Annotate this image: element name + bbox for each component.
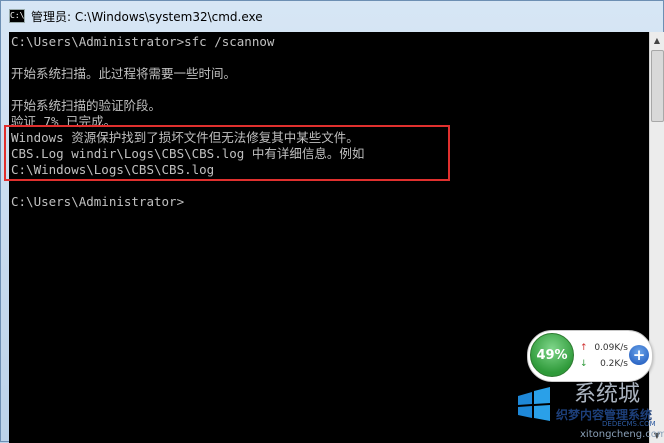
console-prompt: C:\Users\Administrator> [11, 194, 185, 209]
download-speed: 0.2K/s [600, 359, 628, 369]
vertical-scrollbar[interactable]: ▲ ▼ [649, 32, 664, 443]
cmd-app-icon[interactable]: C:\ [9, 9, 25, 23]
arrow-down-icon: ↓ [580, 359, 588, 369]
scroll-up-icon[interactable]: ▲ [650, 32, 664, 48]
scroll-thumb[interactable] [651, 50, 664, 122]
console-line: 开始系统扫描的验证阶段。 [11, 98, 162, 113]
upload-speed-row: ↑ 0.09K/s [580, 341, 628, 355]
arrow-up-icon: ↑ [580, 343, 588, 353]
console-line: C:\Users\Administrator>sfc /scannow [11, 34, 275, 49]
console-line: C:\Windows\Logs\CBS\CBS.log [11, 162, 215, 177]
upload-speed: 0.09K/s [594, 343, 628, 353]
memory-usage-gauge[interactable]: 49% [530, 333, 574, 377]
window-title: 管理员: C:\Windows\system32\cmd.exe [31, 9, 263, 24]
console-line: 验证 7% 已完成。 [11, 114, 117, 129]
plus-icon[interactable]: + [629, 345, 649, 365]
download-speed-row: ↓ 0.2K/s [580, 357, 628, 371]
console-line: 开始系统扫描。此过程将需要一些时间。 [11, 66, 237, 81]
scroll-down-icon[interactable]: ▼ [650, 427, 664, 443]
network-monitor-widget[interactable]: 49% ↑ 0.09K/s ↓ 0.2K/s + [527, 330, 653, 382]
console-line: CBS.Log windir\Logs\CBS\CBS.log 中有详细信息。例… [11, 146, 365, 161]
console-line: Windows 资源保护找到了损坏文件但无法修复其中某些文件。 [11, 130, 359, 145]
title-bar[interactable]: C:\ 管理员: C:\Windows\system32\cmd.exe [1, 1, 663, 31]
